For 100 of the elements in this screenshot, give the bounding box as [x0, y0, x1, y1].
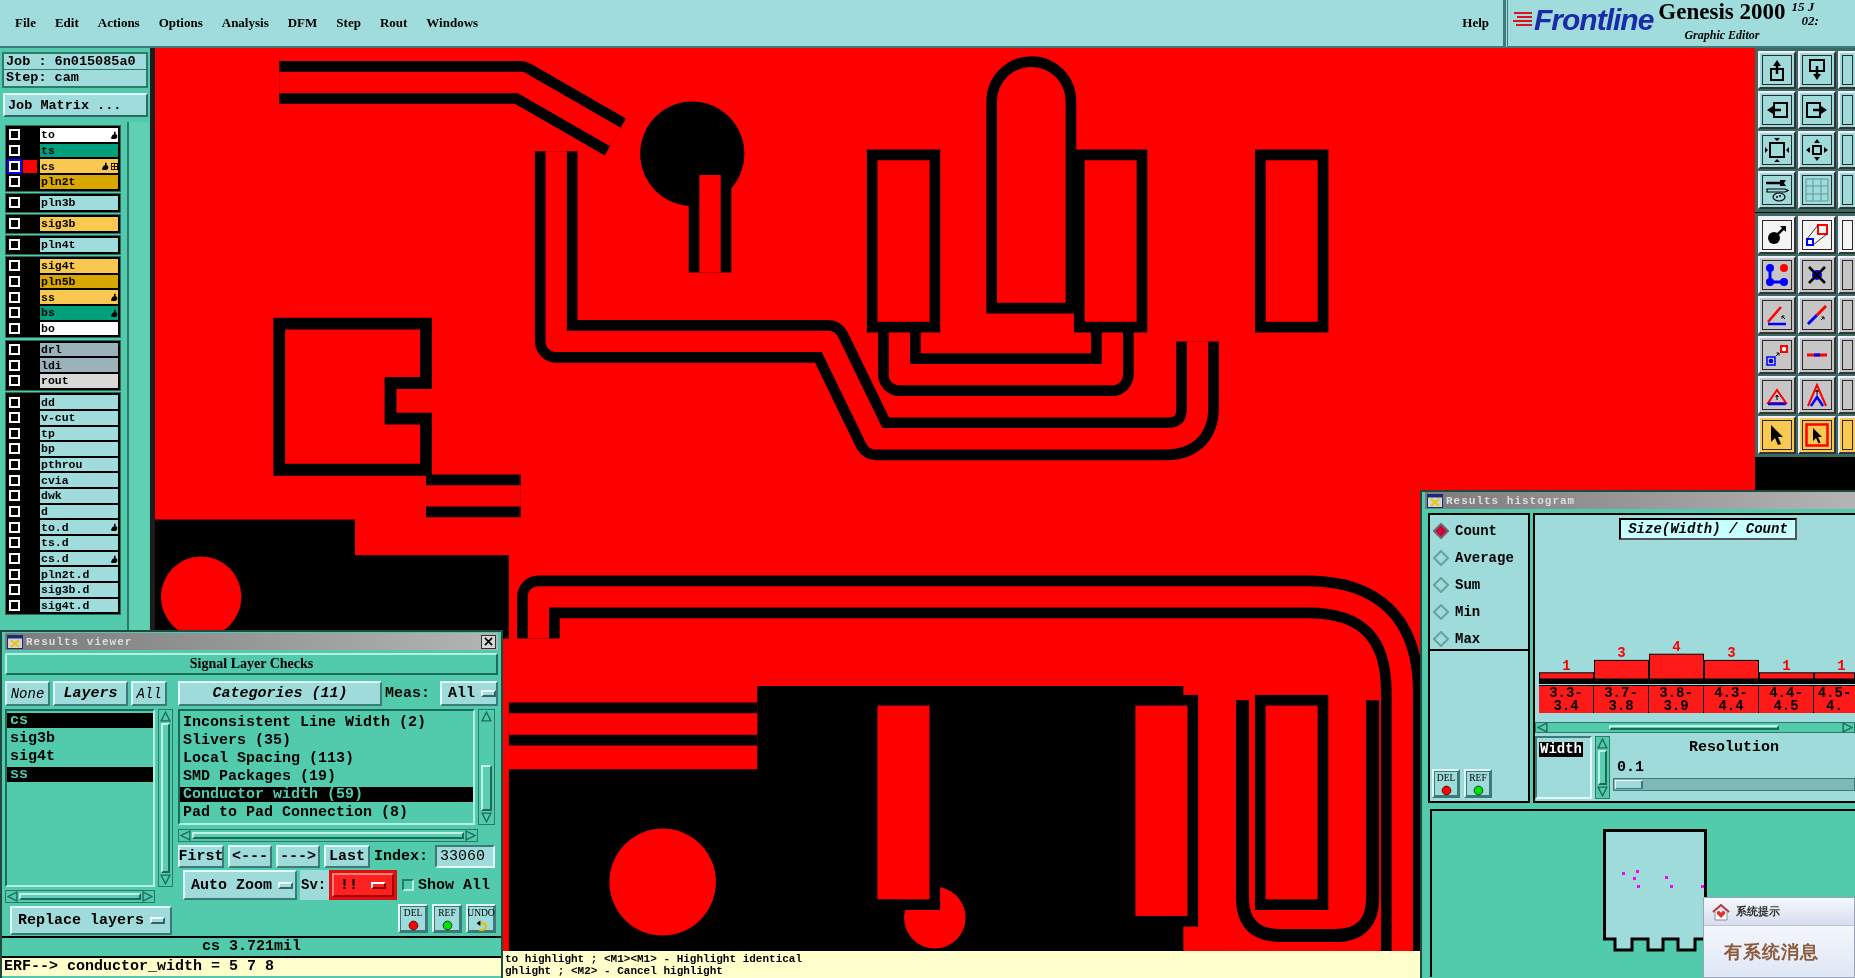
tool-button[interactable] [1798, 216, 1836, 254]
layer-checkbox[interactable] [9, 459, 20, 471]
list-item[interactable]: Slivers (35) [180, 733, 473, 748]
list-item[interactable]: cs [7, 713, 153, 728]
horizontal-scrollbar[interactable] [178, 829, 478, 842]
menu-item[interactable]: Windows [426, 15, 479, 31]
scroll-right-icon[interactable] [465, 830, 476, 841]
tool-button[interactable] [1798, 336, 1836, 374]
layer-name[interactable]: drl [40, 342, 118, 357]
scrollbar-thumb[interactable] [161, 723, 170, 873]
layer-name[interactable]: pln5b [40, 274, 118, 289]
all-button[interactable]: All [131, 681, 167, 706]
layer-name[interactable]: ts [40, 143, 118, 158]
layer-checkbox[interactable] [9, 443, 20, 455]
slider-track[interactable] [1613, 778, 1855, 791]
layer-name[interactable]: v-cut [40, 410, 118, 425]
list-item[interactable]: sig4t [7, 749, 153, 764]
tool-button[interactable] [1838, 376, 1855, 414]
tool-button[interactable] [1758, 171, 1796, 209]
menu-item[interactable]: File [15, 15, 36, 31]
scroll-right-icon[interactable] [142, 891, 153, 902]
severity-dropdown[interactable]: !! [332, 873, 394, 897]
radio-option[interactable]: Min [1430, 598, 1528, 625]
layer-name[interactable]: bs [40, 306, 118, 320]
layer-checkbox[interactable] [9, 584, 20, 596]
scroll-up-icon[interactable] [1597, 738, 1608, 749]
meas-dropdown[interactable]: All [440, 681, 498, 706]
layer-name[interactable]: d [40, 504, 118, 519]
layer-name[interactable]: cs [40, 159, 118, 173]
layer-checkbox[interactable] [9, 600, 20, 612]
tool-button[interactable] [1758, 376, 1796, 414]
layer-name[interactable]: to.d [40, 520, 118, 535]
tool-button[interactable] [1798, 171, 1836, 209]
layer-checkbox[interactable] [9, 291, 20, 303]
layer-name[interactable]: rout [40, 374, 118, 388]
tool-button[interactable] [1798, 91, 1836, 129]
layer-checkbox[interactable] [9, 506, 20, 518]
window-menu-icon[interactable] [7, 634, 23, 649]
tool-button[interactable] [1758, 131, 1796, 169]
job-matrix-button[interactable]: Job Matrix ... [3, 93, 148, 117]
layer-name[interactable]: pln3b [40, 196, 118, 210]
layer-name[interactable]: sig3b.d [40, 583, 118, 597]
tool-button[interactable] [1838, 416, 1855, 454]
radio-option[interactable]: Count [1430, 517, 1528, 544]
layer-name[interactable]: bp [40, 442, 118, 456]
tool-button[interactable] [1758, 416, 1796, 454]
scroll-down-icon[interactable] [481, 812, 492, 823]
layer-checkbox[interactable] [9, 521, 20, 533]
vertical-scrollbar[interactable] [158, 709, 173, 887]
scroll-down-icon[interactable] [160, 874, 171, 885]
layer-name[interactable]: sig4t [40, 259, 118, 273]
layer-checkbox[interactable] [9, 359, 20, 371]
layer-name[interactable]: cvia [40, 473, 118, 488]
layer-name[interactable]: pln4t [40, 238, 118, 252]
close-button[interactable] [481, 634, 496, 649]
scroll-left-icon[interactable] [7, 891, 18, 902]
undo-button[interactable]: UNDO [466, 904, 496, 933]
nav-button[interactable]: Last [324, 845, 370, 868]
scroll-up-icon[interactable] [481, 711, 492, 722]
nav-button[interactable]: <--- [228, 845, 272, 868]
refresh-button[interactable]: REF [1464, 769, 1492, 798]
list-item[interactable]: Local Spacing (113) [180, 751, 473, 766]
tool-button[interactable] [1838, 131, 1855, 169]
layer-checkbox[interactable] [9, 412, 20, 424]
horizontal-scrollbar[interactable] [1535, 722, 1855, 733]
menu-item[interactable]: Step [336, 15, 361, 31]
tool-button[interactable] [1838, 336, 1855, 374]
layer-name[interactable]: dwk [40, 489, 118, 503]
tool-button[interactable] [1838, 256, 1855, 294]
radio-option[interactable]: Average [1430, 544, 1528, 571]
layer-checkbox[interactable] [9, 537, 20, 549]
refresh-button[interactable]: REF [432, 904, 462, 933]
layer-checkbox[interactable] [9, 276, 20, 288]
layer-checkbox[interactable] [9, 375, 20, 387]
window-menu-icon[interactable] [1427, 493, 1443, 508]
layer-name[interactable]: pthrou [40, 457, 118, 472]
list-item[interactable]: SMD Packages (19) [180, 769, 473, 784]
scroll-up-icon[interactable] [160, 711, 171, 722]
vertical-scrollbar[interactable] [478, 709, 495, 825]
list-item[interactable]: Conductor width (59) [180, 787, 473, 802]
menu-item[interactable]: Rout [379, 15, 408, 31]
layer-name[interactable]: bo [40, 321, 118, 336]
tool-button[interactable] [1838, 51, 1855, 89]
layer-name[interactable]: pln2t [40, 174, 118, 189]
layer-name[interactable]: ss [40, 290, 118, 305]
layer-checkbox[interactable] [9, 553, 20, 565]
menu-item[interactable]: Options [158, 15, 203, 31]
tool-button[interactable] [1758, 216, 1796, 254]
delete-button[interactable]: DEL [1432, 769, 1460, 798]
tool-button[interactable] [1758, 91, 1796, 129]
scroll-left-icon[interactable] [1537, 722, 1548, 733]
tool-button[interactable] [1758, 51, 1796, 89]
tool-button[interactable] [1798, 51, 1836, 89]
menu-item[interactable]: DFM [287, 15, 318, 31]
tool-button[interactable] [1758, 256, 1796, 294]
layer-checkbox[interactable] [9, 490, 20, 502]
list-item[interactable]: Inconsistent Line Width (2) [180, 715, 473, 730]
auto-zoom-dropdown[interactable]: Auto Zoom [183, 870, 297, 900]
list-item[interactable]: sig3b [7, 731, 153, 746]
tool-button[interactable] [1798, 376, 1836, 414]
